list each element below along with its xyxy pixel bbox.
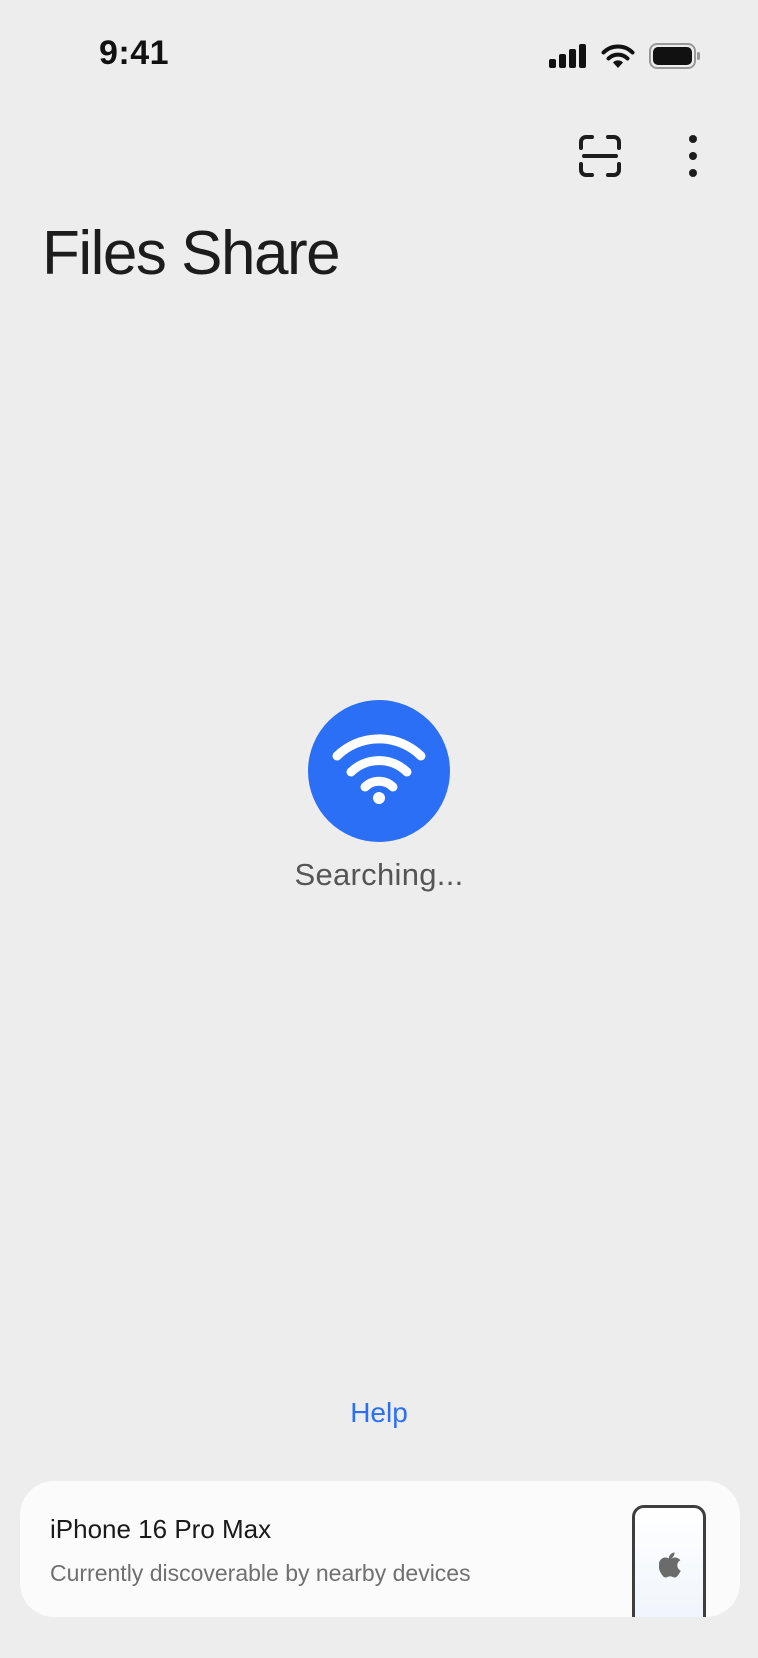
searching-indicator bbox=[308, 700, 450, 842]
wifi-icon bbox=[331, 733, 427, 809]
status-bar-icons bbox=[549, 40, 701, 72]
cellular-signal-icon bbox=[549, 44, 587, 68]
apple-logo-icon bbox=[658, 1552, 681, 1583]
help-link[interactable]: Help bbox=[0, 1397, 758, 1429]
more-vertical-icon bbox=[687, 134, 699, 183]
status-bar-time: 9:41 bbox=[99, 34, 170, 72]
battery-icon bbox=[649, 43, 701, 69]
searching-status-text: Searching... bbox=[294, 857, 464, 892]
device-discoverable-status: Currently discoverable by nearby devices bbox=[50, 1560, 471, 1586]
more-options-button[interactable] bbox=[665, 130, 721, 186]
wifi-icon bbox=[601, 44, 635, 69]
device-name: iPhone 16 Pro Max bbox=[50, 1514, 272, 1544]
device-phone-illustration bbox=[632, 1505, 706, 1617]
device-card[interactable]: iPhone 16 Pro Max Currently discoverable… bbox=[20, 1481, 740, 1617]
page-title: Files Share bbox=[42, 219, 341, 288]
scan-button[interactable] bbox=[572, 130, 628, 186]
scan-icon bbox=[578, 134, 622, 183]
